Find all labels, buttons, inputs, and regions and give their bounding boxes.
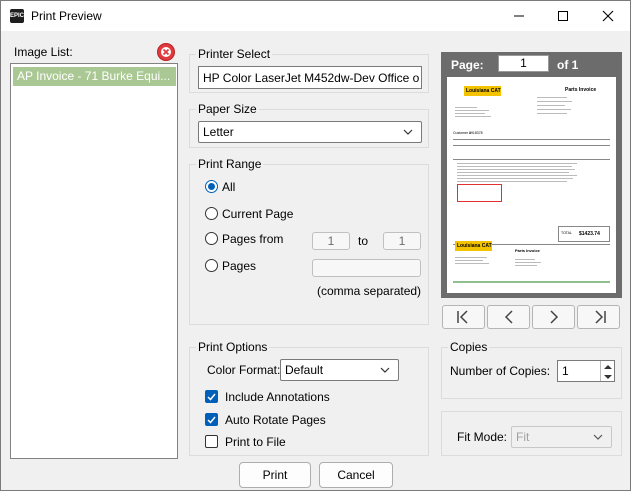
maximize-button[interactable] xyxy=(541,1,585,31)
footer-bar xyxy=(453,281,610,283)
first-page-icon xyxy=(457,310,468,324)
range-pages-label: Pages xyxy=(222,259,257,273)
image-list[interactable]: AP Invoice - 71 Burke Equi... xyxy=(10,63,178,459)
image-list-label: Image List: xyxy=(14,45,73,59)
close-icon xyxy=(602,10,614,22)
last-page-button[interactable] xyxy=(577,305,620,329)
paper-size-value: Letter xyxy=(203,125,234,139)
auto-rotate-label: Auto Rotate Pages xyxy=(225,413,326,427)
range-to-input[interactable]: 1 xyxy=(383,232,421,250)
range-current-page-label: Current Page xyxy=(222,207,294,221)
annotation-box xyxy=(457,184,502,202)
number-of-copies-label: Number of Copies: xyxy=(450,364,551,378)
line-items xyxy=(453,161,610,182)
window-title: Print Preview xyxy=(31,9,102,23)
printer-select-field[interactable]: HP Color LaserJet M452dw-Dev Office on-p xyxy=(198,66,422,89)
invoice-meta-block xyxy=(537,95,587,117)
page-label: Page: xyxy=(451,58,484,72)
printer-select-label: Printer Select xyxy=(196,47,273,61)
print-options-label: Print Options xyxy=(196,340,270,354)
remove-image-button[interactable] xyxy=(157,43,175,61)
page-number-input[interactable]: 1 xyxy=(498,55,549,72)
range-from-input[interactable]: 1 xyxy=(312,232,350,250)
checkmark-icon xyxy=(207,416,216,424)
app-icon: EPIC xyxy=(10,9,24,23)
paper-size-dropdown[interactable]: Letter xyxy=(198,121,422,143)
color-format-dropdown[interactable]: Default xyxy=(280,359,399,381)
print-button[interactable]: Print xyxy=(239,462,311,488)
range-all-label: All xyxy=(222,180,236,194)
invoice-heading: Parts Invoice xyxy=(565,87,597,93)
color-format-value: Default xyxy=(285,363,324,377)
next-page-button[interactable] xyxy=(532,305,575,329)
brand-logo-footer: Louisiana CAT xyxy=(455,241,492,251)
address-block xyxy=(455,105,495,117)
range-pages-from-radio[interactable] xyxy=(205,232,218,245)
footer-block-2 xyxy=(515,257,555,266)
print-to-file-checkbox[interactable] xyxy=(205,435,218,448)
copies-up-button[interactable] xyxy=(600,361,614,371)
range-pages-from-label: Pages from xyxy=(222,232,284,246)
range-to-label: to xyxy=(358,234,369,248)
chevron-left-icon xyxy=(504,310,513,324)
divider xyxy=(453,159,610,160)
cancel-button[interactable]: Cancel xyxy=(319,462,393,488)
color-format-label: Color Format: xyxy=(207,363,281,377)
checkmark-icon xyxy=(207,393,216,401)
image-list-item[interactable]: AP Invoice - 71 Burke Equi... xyxy=(13,67,176,86)
page-of-label: of 1 xyxy=(557,58,579,72)
comma-separated-note: (comma separated) xyxy=(317,284,422,298)
minimize-icon xyxy=(514,15,524,17)
fit-mode-value: Fit xyxy=(516,430,530,444)
print-to-file-label: Print to File xyxy=(225,435,286,449)
copies-value: 1 xyxy=(562,364,569,378)
auto-rotate-checkbox[interactable] xyxy=(205,413,218,426)
total-box: TOTAL $1423.74 xyxy=(558,226,610,242)
maximize-icon xyxy=(558,11,568,21)
paper-size-label: Paper Size xyxy=(196,102,259,116)
copies-spinner[interactable]: 1 xyxy=(557,360,615,382)
customer-number: 1918378 xyxy=(469,131,483,135)
total-label: TOTAL xyxy=(561,231,572,235)
chevron-down-icon xyxy=(380,367,390,373)
brand-logo: Louisiana CAT xyxy=(464,86,501,96)
minimize-button[interactable] xyxy=(497,1,541,31)
range-current-page-radio[interactable] xyxy=(205,207,218,220)
divider xyxy=(453,139,610,140)
copies-down-button[interactable] xyxy=(600,371,614,381)
range-pages-radio[interactable] xyxy=(205,259,218,272)
invoice-heading-footer: Parts Invoice xyxy=(515,248,540,253)
chevron-down-icon xyxy=(593,434,603,440)
first-page-button[interactable] xyxy=(442,305,485,329)
preview-page: Louisiana CAT Parts Invoice Customer # 1… xyxy=(447,77,616,293)
copies-label: Copies xyxy=(448,340,490,354)
last-page-icon xyxy=(595,310,606,324)
range-all-radio[interactable] xyxy=(205,180,218,193)
printer-name: HP Color LaserJet M452dw-Dev Office on-p xyxy=(203,71,419,85)
chevron-right-icon xyxy=(550,310,559,324)
caret-down-icon xyxy=(604,375,612,379)
include-annotations-checkbox[interactable] xyxy=(205,390,218,403)
range-pages-input[interactable] xyxy=(312,259,421,277)
footer-block xyxy=(455,255,495,264)
print-range-label: Print Range xyxy=(196,157,264,171)
title-bar: EPIC Print Preview xyxy=(1,1,630,31)
close-button[interactable] xyxy=(586,1,630,31)
print-preview-window: EPIC Print Preview Image List: AP Invoic… xyxy=(0,0,631,491)
divider xyxy=(453,145,610,146)
remove-icon xyxy=(161,47,171,57)
total-amount: $1423.74 xyxy=(579,231,600,237)
previous-page-button[interactable] xyxy=(487,305,530,329)
fit-mode-label: Fit Mode: xyxy=(457,430,508,444)
chevron-down-icon xyxy=(403,129,413,135)
fit-mode-dropdown[interactable]: Fit xyxy=(511,426,612,448)
include-annotations-label: Include Annotations xyxy=(225,390,330,404)
